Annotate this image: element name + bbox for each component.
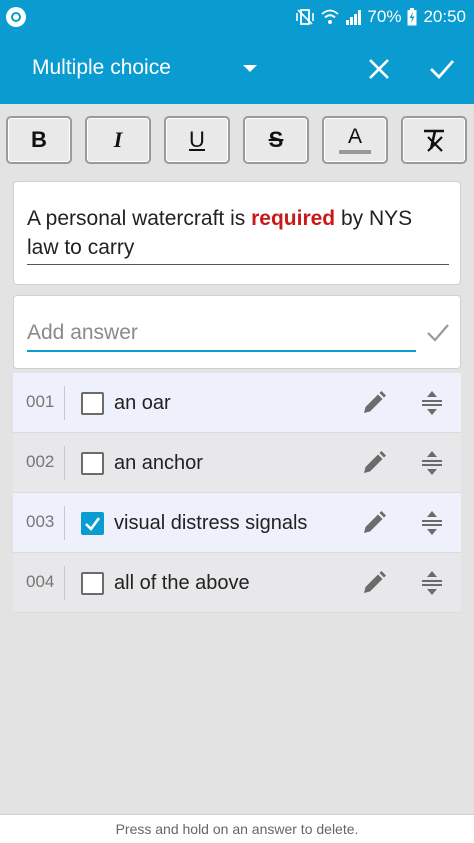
- answer-checkbox[interactable]: [81, 572, 104, 595]
- add-answer-input[interactable]: [27, 316, 416, 352]
- clock: 20:50: [423, 7, 466, 26]
- battery-charging-icon: [407, 8, 417, 26]
- answer-number: 003: [26, 512, 55, 531]
- format-toolbar: B I U S A: [0, 104, 474, 174]
- drag-handle-icon[interactable]: [421, 570, 443, 596]
- answer-row[interactable]: 004 all of the above: [13, 553, 461, 613]
- answer-checkbox[interactable]: [81, 392, 104, 415]
- footer-hint: Press and hold on an answer to delete.: [0, 815, 474, 843]
- row-divider: [64, 566, 65, 600]
- drag-handle-icon[interactable]: [421, 450, 443, 476]
- answer-label: an anchor: [114, 452, 203, 474]
- answer-label: all of the above: [114, 572, 250, 594]
- text-color-swatch: [339, 150, 371, 154]
- row-divider: [64, 506, 65, 540]
- clear-format-button[interactable]: [401, 116, 467, 164]
- answer-number: 002: [26, 452, 55, 471]
- signal-icon: [346, 10, 362, 25]
- italic-button[interactable]: I: [85, 116, 151, 164]
- add-answer-card: [13, 295, 461, 369]
- check-icon[interactable]: [428, 56, 456, 82]
- question-text[interactable]: A personal watercraft is required by NYS…: [27, 204, 449, 262]
- answer-number: 001: [26, 392, 55, 411]
- row-divider: [64, 446, 65, 480]
- answer-row[interactable]: 001 an oar: [13, 373, 461, 433]
- underline-button[interactable]: U: [164, 116, 230, 164]
- text-color-button[interactable]: A: [322, 116, 388, 164]
- add-answer-check-icon[interactable]: [426, 322, 450, 344]
- drag-handle-icon[interactable]: [421, 510, 443, 536]
- answer-checkbox[interactable]: [81, 512, 104, 535]
- close-icon[interactable]: [366, 56, 392, 82]
- text-color-label: A: [347, 125, 362, 148]
- question-card: A personal watercraft is required by NYS…: [13, 181, 461, 285]
- question-text-start: A personal watercraft is: [27, 207, 252, 230]
- drag-handle-icon[interactable]: [421, 390, 443, 416]
- answer-list: 001 an oar 002 an anchor 003 visual distress …: [13, 373, 461, 613]
- strikethrough-button[interactable]: S: [243, 116, 309, 164]
- app-notification-icon: [6, 7, 26, 27]
- edit-icon[interactable]: [361, 390, 387, 416]
- app-bar: Multiple choice: [0, 34, 474, 104]
- answer-row[interactable]: 003 visual distress signals: [13, 493, 461, 553]
- answer-label: an oar: [114, 392, 171, 414]
- clear-format-icon: [424, 129, 444, 152]
- bold-button[interactable]: B: [6, 116, 72, 164]
- status-bar: 70% 20:50: [0, 0, 474, 34]
- wifi-icon: [321, 9, 340, 24]
- answer-row[interactable]: 002 an anchor: [13, 433, 461, 493]
- vibrate-icon: [296, 9, 315, 25]
- dropdown-arrow-icon[interactable]: [243, 65, 257, 72]
- answer-checkbox[interactable]: [81, 452, 104, 475]
- battery-percent: 70%: [367, 7, 402, 26]
- question-text-highlight: required: [251, 207, 336, 230]
- edit-icon[interactable]: [361, 510, 387, 536]
- edit-icon[interactable]: [361, 570, 387, 596]
- answer-number: 004: [26, 572, 55, 591]
- status-icons: 70% 20:50: [295, 0, 466, 34]
- question-underline: [27, 264, 449, 265]
- edit-icon[interactable]: [361, 450, 387, 476]
- page-title[interactable]: Multiple choice: [32, 56, 171, 80]
- checkmark-icon: [85, 517, 101, 531]
- row-divider: [64, 386, 65, 420]
- answer-label: visual distress signals: [114, 512, 308, 534]
